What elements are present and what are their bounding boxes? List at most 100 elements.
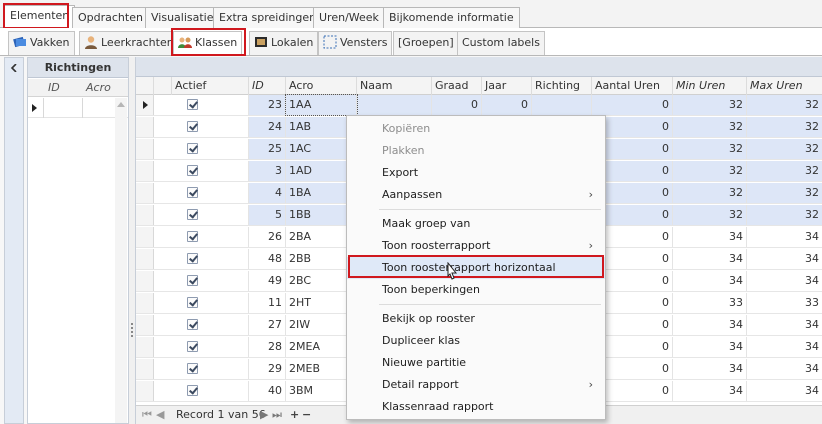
actief-checkbox[interactable]	[187, 231, 198, 242]
cell-id[interactable]: 48	[249, 249, 286, 269]
cell-id[interactable]: 23	[249, 95, 286, 115]
cell-min[interactable]: 34	[673, 381, 747, 401]
cell-naam[interactable]	[357, 95, 432, 115]
cell-min[interactable]: 34	[673, 337, 747, 357]
cell-min[interactable]: 32	[673, 183, 747, 203]
actief-checkbox[interactable]	[187, 319, 198, 330]
cell-max[interactable]: 34	[747, 359, 822, 379]
actief-checkbox-cell[interactable]	[154, 95, 249, 115]
column-header-acro[interactable]: Acro	[86, 81, 111, 94]
actief-checkbox[interactable]	[187, 275, 198, 286]
cell-min[interactable]: 32	[673, 161, 747, 181]
cell-id[interactable]: 4	[249, 183, 286, 203]
cell-max[interactable]: 34	[747, 249, 822, 269]
tab-elementen[interactable]: Elementen	[4, 5, 76, 29]
actief-checkbox[interactable]	[187, 341, 198, 352]
cell-min[interactable]: 34	[673, 359, 747, 379]
cell-max[interactable]: 32	[747, 205, 822, 225]
column-header-min-uren[interactable]: Min Uren	[673, 77, 747, 95]
menu-item-dupliceer-klas[interactable]: Dupliceer klas	[347, 330, 605, 352]
actief-checkbox[interactable]	[187, 121, 198, 132]
cell-min[interactable]: 32	[673, 117, 747, 137]
column-header-jaar[interactable]: Jaar	[482, 77, 532, 95]
column-header-richting[interactable]: Richting	[532, 77, 592, 95]
actief-checkbox[interactable]	[187, 363, 198, 374]
cell-id[interactable]: 24	[249, 117, 286, 137]
cell-id[interactable]: 28	[249, 337, 286, 357]
menu-item-klassenraad-rapport[interactable]: Klassenraad rapport	[347, 396, 605, 418]
column-header-acro[interactable]: Acro	[286, 77, 357, 95]
prev-record-icon[interactable]: ◀	[156, 406, 164, 424]
cell-max[interactable]: 33	[747, 293, 822, 313]
tab-custom-labels[interactable]: Custom labels	[457, 31, 545, 55]
tab-klassen[interactable]: Klassen	[173, 31, 243, 55]
actief-checkbox[interactable]	[187, 253, 198, 264]
menu-item-export[interactable]: Export	[347, 162, 605, 184]
actief-checkbox[interactable]	[187, 297, 198, 308]
menu-item-bekijk-op-rooster[interactable]: Bekijk op rooster	[347, 308, 605, 330]
actief-checkbox[interactable]	[187, 187, 198, 198]
column-header-id[interactable]: ID	[48, 81, 60, 94]
cell-min[interactable]: 34	[673, 271, 747, 291]
actief-checkbox-cell[interactable]	[154, 381, 249, 401]
actief-checkbox[interactable]	[187, 385, 198, 396]
add-record-icon[interactable]: +	[290, 406, 299, 424]
cell-max[interactable]: 32	[747, 161, 822, 181]
actief-checkbox-cell[interactable]	[154, 315, 249, 335]
column-header-graad[interactable]: Graad	[432, 77, 482, 95]
tab-vakken[interactable]: Vakken	[8, 31, 75, 55]
cell-max[interactable]: 32	[747, 95, 822, 115]
cell-id[interactable]: 49	[249, 271, 286, 291]
menu-item-aanpassen[interactable]: Aanpassen ›	[347, 184, 605, 206]
cell-graad[interactable]: 0	[432, 95, 482, 115]
cell-max[interactable]: 34	[747, 381, 822, 401]
cell-id[interactable]: 26	[249, 227, 286, 247]
column-header-actief[interactable]: Actief	[172, 77, 249, 95]
cell-max[interactable]: 34	[747, 227, 822, 247]
actief-checkbox-cell[interactable]	[154, 359, 249, 379]
actief-checkbox[interactable]	[187, 99, 198, 110]
cell-acro[interactable]: 1AA	[285, 94, 358, 116]
menu-item-toon-beperkingen[interactable]: Toon beperkingen	[347, 279, 605, 301]
actief-checkbox-cell[interactable]	[154, 139, 249, 159]
actief-checkbox-cell[interactable]	[154, 117, 249, 137]
cell-min[interactable]: 34	[673, 315, 747, 335]
first-record-icon[interactable]: ⏮	[142, 406, 152, 424]
tab-vensters[interactable]: Vensters	[318, 31, 393, 55]
actief-checkbox-cell[interactable]	[154, 183, 249, 203]
tab-uren-week[interactable]: Uren/Week	[313, 7, 385, 28]
cell-min[interactable]: 33	[673, 293, 747, 313]
tab-leerkrachten[interactable]: Leerkrachten	[79, 31, 179, 55]
actief-checkbox[interactable]	[187, 143, 198, 154]
last-record-icon[interactable]: ⏭	[272, 406, 282, 424]
menu-item-detail-rapport[interactable]: Detail rapport ›	[347, 374, 605, 396]
column-header-aantal-uren[interactable]: Aantal Uren	[592, 77, 673, 95]
collapse-panel-bar[interactable]	[4, 57, 24, 424]
tab-bijkomende-informatie[interactable]: Bijkomende informatie	[383, 7, 520, 28]
actief-checkbox-cell[interactable]	[154, 205, 249, 225]
cell-max[interactable]: 32	[747, 117, 822, 137]
tab-opdrachten[interactable]: Opdrachten	[72, 7, 149, 28]
cell-max[interactable]: 32	[747, 139, 822, 159]
cell-min[interactable]: 32	[673, 139, 747, 159]
tab-lokalen[interactable]: Lokalen	[249, 31, 319, 55]
cell-id[interactable]: 27	[249, 315, 286, 335]
actief-checkbox-cell[interactable]	[154, 161, 249, 181]
cell-max[interactable]: 34	[747, 271, 822, 291]
chevron-left-icon[interactable]	[10, 64, 18, 72]
cell-max[interactable]: 34	[747, 337, 822, 357]
cell-id[interactable]: 40	[249, 381, 286, 401]
menu-item-toon-roosterrapport-horizontaal[interactable]: Toon roosterrapport horizontaal	[347, 257, 605, 279]
column-header-max-uren[interactable]: Max Uren	[747, 77, 822, 95]
delete-record-icon[interactable]: −	[302, 406, 311, 424]
menu-item-maak-groep-van[interactable]: Maak groep van	[347, 213, 605, 235]
panel-new-row[interactable]	[28, 98, 128, 118]
actief-checkbox-cell[interactable]	[154, 249, 249, 269]
cell-id[interactable]: 29	[249, 359, 286, 379]
next-record-icon[interactable]: ▶	[260, 406, 268, 424]
cell-max[interactable]: 34	[747, 315, 822, 335]
menu-item-plakken[interactable]: Plakken	[347, 140, 605, 162]
cell-jaar[interactable]: 0	[482, 95, 532, 115]
tab-extra-spreidingen[interactable]: Extra spreidingen	[213, 7, 323, 28]
cell-richting[interactable]	[532, 95, 592, 115]
